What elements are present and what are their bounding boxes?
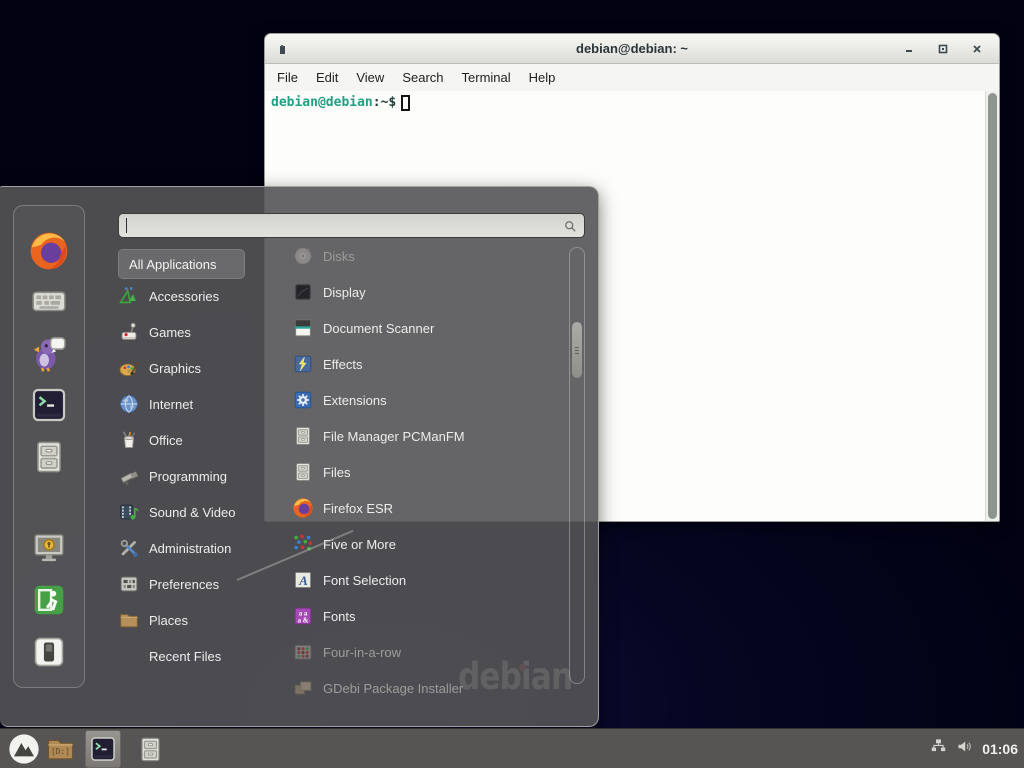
category-office[interactable]: Office [118, 422, 268, 458]
window-controls [903, 34, 983, 64]
category-accessories[interactable]: Accessories [118, 278, 268, 314]
favorite-keyboard[interactable] [30, 282, 68, 325]
category-internet[interactable]: Internet [118, 386, 268, 422]
taskbar-menu-button[interactable] [8, 733, 40, 768]
category-programming[interactable]: Programming [118, 458, 268, 494]
document-scanner-icon [292, 317, 314, 339]
sound-video-icon [118, 501, 140, 523]
disks-icon [292, 245, 314, 267]
terminal-scrollbar[interactable] [985, 91, 999, 521]
app-item-four-in-a-row: Four-in-a-row [292, 634, 568, 670]
menubar-item-file[interactable]: File [275, 68, 300, 87]
programming-icon [118, 465, 140, 487]
svg-text:a &: a & [298, 617, 309, 624]
taskbar-file-manager-launcher[interactable]: [D:] [46, 735, 75, 768]
app-item-fonts[interactable]: a aa &Fonts [292, 598, 568, 634]
app-item-font-selection[interactable]: AFont Selection [292, 562, 568, 598]
session-lock-screen[interactable] [30, 529, 68, 572]
app-item-gdebi-package-installer: GDebi Package Installer [292, 670, 568, 706]
app-item-display[interactable]: Display [292, 274, 568, 310]
app-item-firefox-esr[interactable]: Firefox ESR [292, 490, 568, 526]
menubar-item-edit[interactable]: Edit [314, 68, 340, 87]
category-preferences[interactable]: Preferences [118, 566, 268, 602]
administration-icon [118, 537, 140, 559]
text-caret [126, 218, 127, 233]
category-sound-video[interactable]: Sound & Video [118, 494, 268, 530]
network-icon[interactable] [930, 738, 947, 760]
file-cabinet-icon [292, 461, 314, 483]
preferences-icon [118, 573, 140, 595]
prompt-user-host: debian@debian [271, 94, 373, 112]
display-icon [292, 281, 314, 303]
terminal-prompt-line: debian@debian:~$ [271, 94, 993, 112]
category-recent-files[interactable]: Recent Files [118, 638, 268, 674]
taskbar-terminal-window-button[interactable] [85, 730, 121, 768]
category-all-applications[interactable]: All Applications [118, 249, 245, 279]
minimize-button[interactable] [903, 43, 915, 55]
favorite-file-manager[interactable] [30, 438, 68, 481]
volume-icon[interactable] [956, 738, 973, 760]
application-menu-panel: All Applications AccessoriesGamesGraphic… [0, 186, 599, 727]
taskbar: [D:] 01:06 [0, 728, 1024, 768]
accessories-icon [118, 285, 140, 307]
extensions-icon [292, 389, 314, 411]
category-administration[interactable]: Administration [118, 530, 268, 566]
gdebi-icon [292, 677, 314, 699]
category-games[interactable]: Games [118, 314, 268, 350]
favorite-terminal[interactable] [30, 386, 68, 429]
search-input[interactable] [118, 213, 585, 238]
close-button[interactable] [971, 43, 983, 55]
system-tray: 01:06 [930, 729, 1018, 768]
menubar-item-search[interactable]: Search [400, 68, 445, 87]
search-icon [563, 219, 578, 239]
graphics-icon [118, 357, 140, 379]
clock[interactable]: 01:06 [982, 741, 1018, 757]
font-selection-icon: A [292, 569, 314, 591]
menubar-item-terminal[interactable]: Terminal [460, 68, 513, 87]
effects-icon [292, 353, 314, 375]
svg-text:[D:]: [D:] [51, 747, 70, 756]
maximize-button[interactable] [937, 43, 949, 55]
svg-text:a a: a a [299, 610, 308, 617]
category-places[interactable]: Places [118, 602, 268, 638]
app-item-effects[interactable]: Effects [292, 346, 568, 382]
terminal-cursor [401, 95, 410, 111]
favorite-firefox[interactable] [28, 230, 70, 277]
games-icon [118, 321, 140, 343]
category-graphics[interactable]: Graphics [118, 350, 268, 386]
menubar-item-view[interactable]: View [354, 68, 386, 87]
firefox-icon [292, 497, 314, 519]
taskbar-file-cabinet-launcher[interactable] [136, 735, 165, 768]
app-item-file-manager-pcmanfm[interactable]: File Manager PCManFM [292, 418, 568, 454]
app-item-extensions[interactable]: Extensions [292, 382, 568, 418]
file-cabinet-icon [292, 425, 314, 447]
menubar-item-help[interactable]: Help [527, 68, 558, 87]
apps-scrollbar-track[interactable] [569, 247, 585, 684]
places-icon [118, 609, 140, 631]
office-icon [118, 429, 140, 451]
four-in-a-row-icon [292, 641, 314, 663]
favorite-pidgin[interactable] [30, 334, 68, 377]
apps-scrollbar-thumb[interactable] [572, 322, 582, 378]
app-item-five-or-more[interactable]: Five or More [292, 526, 568, 562]
svg-text:A: A [298, 574, 308, 588]
fonts-icon: a aa & [292, 605, 314, 627]
terminal-titlebar[interactable]: debian@debian: ~ [265, 34, 999, 64]
window-title: debian@debian: ~ [576, 41, 688, 56]
session-log-out[interactable] [30, 581, 68, 624]
internet-icon [118, 393, 140, 415]
terminal-scrollbar-thumb[interactable] [988, 93, 997, 519]
app-item-document-scanner[interactable]: Document Scanner [292, 310, 568, 346]
favorites-sidebar [13, 205, 85, 688]
session-shut-down[interactable] [30, 633, 68, 676]
prompt-suffix: :~$ [373, 94, 396, 112]
terminal-menubar: File Edit View Search Terminal Help [265, 64, 999, 91]
terminal-window-icon [278, 43, 288, 61]
app-item-files[interactable]: Files [292, 454, 568, 490]
app-item-disks: Disks [292, 238, 568, 274]
